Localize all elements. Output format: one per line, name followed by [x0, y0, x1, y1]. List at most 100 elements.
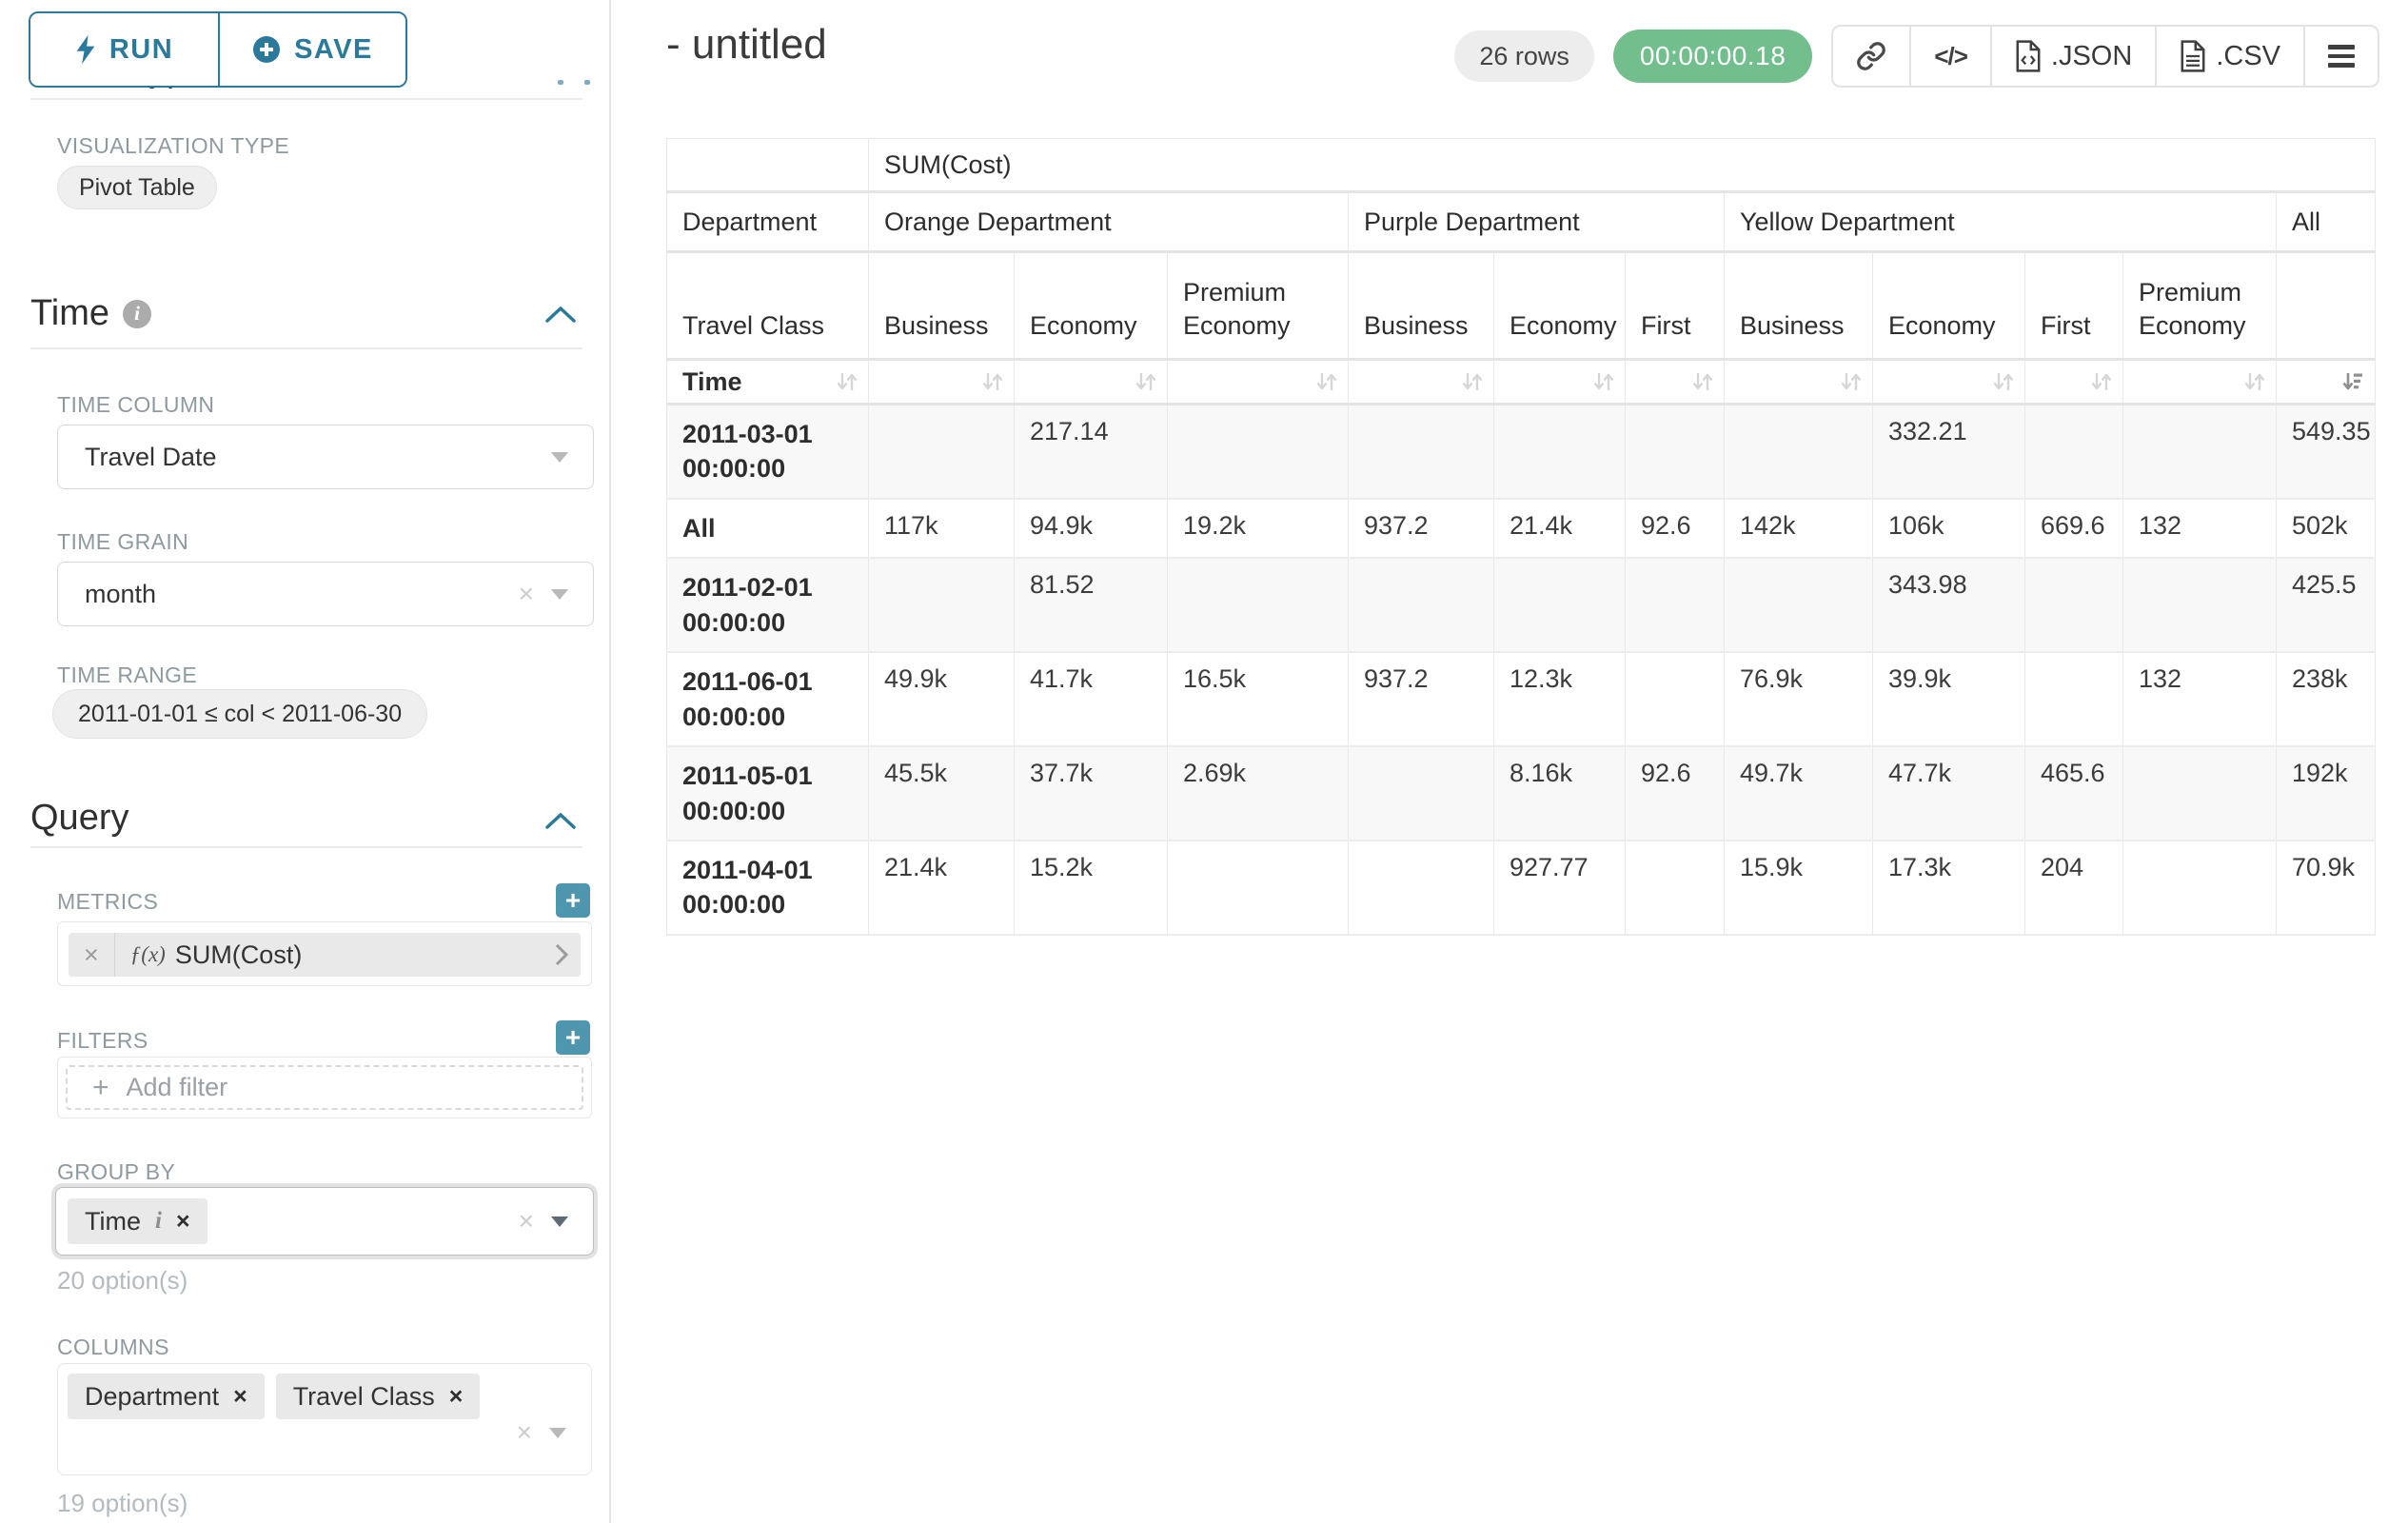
section-divider [30, 846, 582, 848]
pivot-data-row: 2011-06-01 00:00:0049.9k41.7k16.5k937.21… [667, 652, 2376, 746]
control-panel-sidebar: Chart Type RUN SAVE VISUALIZATION TYPE P… [0, 0, 611, 1523]
pivot-sort-header[interactable] [869, 360, 1015, 405]
pivot-cell [2025, 405, 2123, 499]
pivot-sort-header[interactable] [1015, 360, 1168, 405]
sort-icon[interactable] [979, 369, 1004, 394]
pill-divider [114, 933, 115, 977]
add-metric-button[interactable]: + [556, 883, 590, 918]
pivot-cell: 81.52 [1015, 558, 1168, 652]
pivot-sort-header[interactable] [1494, 360, 1626, 405]
columns-tag-department[interactable]: Department × [68, 1374, 265, 1419]
time-range-pill[interactable]: 2011-01-01 ≤ col < 2011-06-30 [52, 689, 427, 739]
pivot-sort-header[interactable] [1626, 360, 1725, 405]
sort-icon[interactable] [834, 369, 859, 394]
pivot-sort-header[interactable] [1725, 360, 1873, 405]
sort-icon[interactable] [1689, 369, 1714, 394]
pivot-sort-header[interactable] [1168, 360, 1349, 405]
filters-label: FILTERS [57, 1028, 148, 1054]
chevron-tip-dot [584, 80, 590, 85]
time-grain-select[interactable]: month × [57, 562, 594, 626]
pivot-subcol-header: Economy [1015, 252, 1168, 360]
sort-icon[interactable] [1313, 369, 1338, 394]
chart-title[interactable]: - untitled [666, 21, 827, 69]
clear-icon[interactable]: × [519, 581, 534, 607]
export-json-button[interactable]: .JSON [1990, 27, 2155, 86]
time-column-select[interactable]: Travel Date [57, 425, 594, 489]
pivot-sort-header[interactable] [2025, 360, 2123, 405]
pivot-cell: 425.5 [2277, 558, 2376, 652]
pivot-cell: 132 [2123, 499, 2277, 558]
row-count-badge: 26 rows [1454, 30, 1594, 82]
visualization-type-label: VISUALIZATION TYPE [57, 133, 289, 159]
columns-label: COLUMNS [57, 1335, 169, 1360]
pivot-sort-header[interactable] [2123, 360, 2277, 405]
remove-tag-icon[interactable]: × [449, 1385, 464, 1409]
pivot-cell [1349, 405, 1494, 499]
pivot-sort-header[interactable] [2277, 360, 2376, 405]
pivot-cell [1626, 841, 1725, 935]
sort-icon[interactable] [1459, 369, 1484, 394]
pivot-cell [1494, 405, 1626, 499]
export-csv-button[interactable]: .CSV [2155, 27, 2303, 86]
plus-icon: + [92, 1072, 109, 1104]
function-icon: ƒ(x) [130, 942, 166, 967]
pivot-sort-header[interactable] [1873, 360, 2025, 405]
metric-pill[interactable]: × ƒ(x) SUM(Cost) [69, 933, 581, 977]
pivot-cell: 2.69k [1168, 746, 1349, 841]
pivot-cell: 16.5k [1168, 652, 1349, 746]
pivot-cell: 937.2 [1349, 652, 1494, 746]
pivot-row-header: 2011-06-01 00:00:00 [667, 652, 869, 746]
pivot-cell [2123, 405, 2277, 499]
add-filter-dropzone[interactable]: + Add filter [66, 1065, 583, 1110]
pivot-cell [2123, 558, 2277, 652]
pivot-cell [1626, 558, 1725, 652]
view-query-button[interactable]: </> [1909, 27, 1990, 86]
pivot-sort-time-header[interactable]: Time [667, 360, 869, 405]
add-filter-button[interactable]: + [556, 1020, 590, 1055]
save-button[interactable]: SAVE [218, 13, 405, 86]
pivot-cell: 49.7k [1725, 746, 1873, 841]
pivot-cell: 37.7k [1015, 746, 1168, 841]
visualization-type-pill[interactable]: Pivot Table [57, 166, 217, 209]
run-button[interactable]: RUN [30, 13, 218, 86]
pivot-cell [1626, 652, 1725, 746]
pivot-cell: 45.5k [869, 746, 1015, 841]
sort-icon[interactable] [2088, 369, 2113, 394]
group-by-options-hint: 20 option(s) [57, 1266, 188, 1296]
pivot-row-header: 2011-05-01 00:00:00 [667, 746, 869, 841]
pivot-subcol-header: Economy [1494, 252, 1626, 360]
pivot-cell [1349, 746, 1494, 841]
clear-icon[interactable]: × [519, 1208, 534, 1235]
pivot-cell: 92.6 [1626, 746, 1725, 841]
pivot-colgroup-header: All [2277, 192, 2376, 252]
chevron-right-icon[interactable] [554, 942, 569, 967]
pivot-cell: 117k [869, 499, 1015, 558]
collapse-query-section-icon[interactable] [544, 811, 577, 830]
remove-tag-icon[interactable]: × [176, 1210, 190, 1234]
remove-tag-icon[interactable]: × [233, 1385, 247, 1409]
remove-metric-icon[interactable]: × [84, 942, 99, 968]
share-link-button[interactable] [1833, 27, 1909, 86]
pivot-corner-cell [667, 139, 869, 192]
columns-tag-travel-class[interactable]: Travel Class × [276, 1374, 481, 1419]
sort-icon[interactable] [2241, 369, 2266, 394]
sort-icon[interactable] [1990, 369, 2015, 394]
sort-desc-icon[interactable] [2340, 369, 2365, 394]
pivot-cell: 15.9k [1725, 841, 1873, 935]
clear-icon[interactable]: × [517, 1419, 532, 1446]
pivot-subcol-header [2277, 252, 2376, 360]
pivot-sort-header[interactable] [1349, 360, 1494, 405]
chevron-down-icon [551, 589, 568, 600]
group-by-label: GROUP BY [57, 1159, 175, 1185]
sort-icon[interactable] [1838, 369, 1863, 394]
filters-field: + Add filter [57, 1057, 592, 1118]
collapse-time-section-icon[interactable] [544, 305, 577, 324]
group-by-select[interactable]: Time i × × [55, 1187, 594, 1256]
group-by-tag-time[interactable]: Time i × [68, 1198, 207, 1244]
sort-icon[interactable] [1133, 369, 1157, 394]
sort-icon[interactable] [1590, 369, 1615, 394]
columns-select[interactable]: Department × Travel Class × × [57, 1363, 592, 1475]
more-options-button[interactable] [2303, 27, 2378, 86]
lightning-icon [75, 34, 96, 65]
pivot-table-container: SUM(Cost)DepartmentOrange DepartmentPurp… [666, 138, 2376, 936]
